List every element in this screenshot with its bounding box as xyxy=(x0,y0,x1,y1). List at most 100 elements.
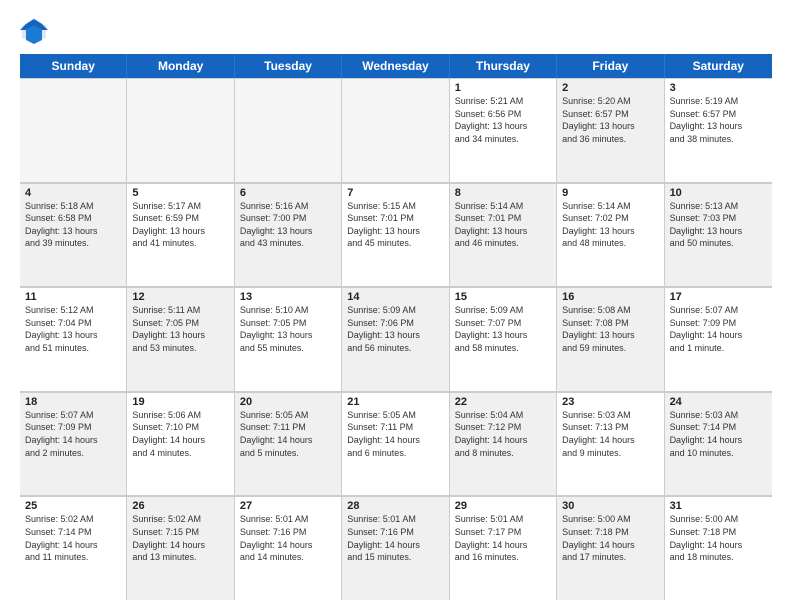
calendar-cell: 21Sunrise: 5:05 AM Sunset: 7:11 PM Dayli… xyxy=(342,392,449,496)
day-number: 12 xyxy=(132,291,228,303)
cell-info: Sunrise: 5:08 AM Sunset: 7:08 PM Dayligh… xyxy=(562,304,658,354)
cell-info: Sunrise: 5:16 AM Sunset: 7:00 PM Dayligh… xyxy=(240,200,336,250)
cell-info: Sunrise: 5:14 AM Sunset: 7:02 PM Dayligh… xyxy=(562,200,658,250)
day-number: 23 xyxy=(562,396,658,408)
cell-info: Sunrise: 5:10 AM Sunset: 7:05 PM Dayligh… xyxy=(240,304,336,354)
calendar-cell: 14Sunrise: 5:09 AM Sunset: 7:06 PM Dayli… xyxy=(342,287,449,391)
day-number: 24 xyxy=(670,396,767,408)
calendar-body: 1Sunrise: 5:21 AM Sunset: 6:56 PM Daylig… xyxy=(20,78,772,600)
cell-info: Sunrise: 5:14 AM Sunset: 7:01 PM Dayligh… xyxy=(455,200,551,250)
cell-info: Sunrise: 5:02 AM Sunset: 7:14 PM Dayligh… xyxy=(25,513,121,563)
cell-info: Sunrise: 5:04 AM Sunset: 7:12 PM Dayligh… xyxy=(455,409,551,459)
calendar-cell: 6Sunrise: 5:16 AM Sunset: 7:00 PM Daylig… xyxy=(235,183,342,287)
calendar-cell: 10Sunrise: 5:13 AM Sunset: 7:03 PM Dayli… xyxy=(665,183,772,287)
cell-info: Sunrise: 5:21 AM Sunset: 6:56 PM Dayligh… xyxy=(455,95,551,145)
calendar-cell: 8Sunrise: 5:14 AM Sunset: 7:01 PM Daylig… xyxy=(450,183,557,287)
calendar-cell: 25Sunrise: 5:02 AM Sunset: 7:14 PM Dayli… xyxy=(20,496,127,600)
day-number: 13 xyxy=(240,291,336,303)
day-number: 11 xyxy=(25,291,121,303)
cell-info: Sunrise: 5:09 AM Sunset: 7:06 PM Dayligh… xyxy=(347,304,443,354)
weekday-header-monday: Monday xyxy=(127,54,234,78)
calendar-cell: 5Sunrise: 5:17 AM Sunset: 6:59 PM Daylig… xyxy=(127,183,234,287)
cell-info: Sunrise: 5:00 AM Sunset: 7:18 PM Dayligh… xyxy=(670,513,767,563)
calendar-row-5: 25Sunrise: 5:02 AM Sunset: 7:14 PM Dayli… xyxy=(20,496,772,600)
day-number: 21 xyxy=(347,396,443,408)
calendar: SundayMondayTuesdayWednesdayThursdayFrid… xyxy=(20,54,772,600)
day-number: 10 xyxy=(670,187,767,199)
cell-info: Sunrise: 5:01 AM Sunset: 7:16 PM Dayligh… xyxy=(347,513,443,563)
day-number: 7 xyxy=(347,187,443,199)
cell-info: Sunrise: 5:06 AM Sunset: 7:10 PM Dayligh… xyxy=(132,409,228,459)
calendar-cell: 27Sunrise: 5:01 AM Sunset: 7:16 PM Dayli… xyxy=(235,496,342,600)
cell-info: Sunrise: 5:01 AM Sunset: 7:16 PM Dayligh… xyxy=(240,513,336,563)
cell-info: Sunrise: 5:07 AM Sunset: 7:09 PM Dayligh… xyxy=(25,409,121,459)
cell-info: Sunrise: 5:17 AM Sunset: 6:59 PM Dayligh… xyxy=(132,200,228,250)
cell-info: Sunrise: 5:13 AM Sunset: 7:03 PM Dayligh… xyxy=(670,200,767,250)
day-number: 25 xyxy=(25,500,121,512)
calendar-cell: 1Sunrise: 5:21 AM Sunset: 6:56 PM Daylig… xyxy=(450,78,557,182)
day-number: 20 xyxy=(240,396,336,408)
logo xyxy=(20,16,52,44)
calendar-cell: 29Sunrise: 5:01 AM Sunset: 7:17 PM Dayli… xyxy=(450,496,557,600)
calendar-cell: 28Sunrise: 5:01 AM Sunset: 7:16 PM Dayli… xyxy=(342,496,449,600)
calendar-cell: 9Sunrise: 5:14 AM Sunset: 7:02 PM Daylig… xyxy=(557,183,664,287)
day-number: 26 xyxy=(132,500,228,512)
cell-info: Sunrise: 5:19 AM Sunset: 6:57 PM Dayligh… xyxy=(670,95,767,145)
logo-icon xyxy=(20,16,48,44)
calendar-cell: 7Sunrise: 5:15 AM Sunset: 7:01 PM Daylig… xyxy=(342,183,449,287)
calendar-cell: 26Sunrise: 5:02 AM Sunset: 7:15 PM Dayli… xyxy=(127,496,234,600)
calendar-cell: 11Sunrise: 5:12 AM Sunset: 7:04 PM Dayli… xyxy=(20,287,127,391)
calendar-row-1: 1Sunrise: 5:21 AM Sunset: 6:56 PM Daylig… xyxy=(20,78,772,183)
day-number: 29 xyxy=(455,500,551,512)
calendar-cell: 31Sunrise: 5:00 AM Sunset: 7:18 PM Dayli… xyxy=(665,496,772,600)
weekday-header-tuesday: Tuesday xyxy=(235,54,342,78)
calendar-cell xyxy=(127,78,234,182)
day-number: 22 xyxy=(455,396,551,408)
cell-info: Sunrise: 5:02 AM Sunset: 7:15 PM Dayligh… xyxy=(132,513,228,563)
day-number: 6 xyxy=(240,187,336,199)
calendar-row-2: 4Sunrise: 5:18 AM Sunset: 6:58 PM Daylig… xyxy=(20,183,772,288)
day-number: 31 xyxy=(670,500,767,512)
cell-info: Sunrise: 5:03 AM Sunset: 7:13 PM Dayligh… xyxy=(562,409,658,459)
day-number: 5 xyxy=(132,187,228,199)
cell-info: Sunrise: 5:12 AM Sunset: 7:04 PM Dayligh… xyxy=(25,304,121,354)
day-number: 1 xyxy=(455,82,551,94)
day-number: 30 xyxy=(562,500,658,512)
cell-info: Sunrise: 5:20 AM Sunset: 6:57 PM Dayligh… xyxy=(562,95,658,145)
calendar-cell: 15Sunrise: 5:09 AM Sunset: 7:07 PM Dayli… xyxy=(450,287,557,391)
day-number: 4 xyxy=(25,187,121,199)
calendar-cell: 4Sunrise: 5:18 AM Sunset: 6:58 PM Daylig… xyxy=(20,183,127,287)
calendar-header: SundayMondayTuesdayWednesdayThursdayFrid… xyxy=(20,54,772,78)
header xyxy=(20,16,772,44)
calendar-cell: 20Sunrise: 5:05 AM Sunset: 7:11 PM Dayli… xyxy=(235,392,342,496)
day-number: 16 xyxy=(562,291,658,303)
cell-info: Sunrise: 5:11 AM Sunset: 7:05 PM Dayligh… xyxy=(132,304,228,354)
cell-info: Sunrise: 5:03 AM Sunset: 7:14 PM Dayligh… xyxy=(670,409,767,459)
day-number: 3 xyxy=(670,82,767,94)
calendar-cell: 12Sunrise: 5:11 AM Sunset: 7:05 PM Dayli… xyxy=(127,287,234,391)
cell-info: Sunrise: 5:09 AM Sunset: 7:07 PM Dayligh… xyxy=(455,304,551,354)
calendar-cell: 23Sunrise: 5:03 AM Sunset: 7:13 PM Dayli… xyxy=(557,392,664,496)
calendar-cell: 30Sunrise: 5:00 AM Sunset: 7:18 PM Dayli… xyxy=(557,496,664,600)
calendar-cell: 18Sunrise: 5:07 AM Sunset: 7:09 PM Dayli… xyxy=(20,392,127,496)
calendar-cell: 24Sunrise: 5:03 AM Sunset: 7:14 PM Dayli… xyxy=(665,392,772,496)
day-number: 14 xyxy=(347,291,443,303)
cell-info: Sunrise: 5:01 AM Sunset: 7:17 PM Dayligh… xyxy=(455,513,551,563)
weekday-header-friday: Friday xyxy=(557,54,664,78)
day-number: 15 xyxy=(455,291,551,303)
calendar-cell: 19Sunrise: 5:06 AM Sunset: 7:10 PM Dayli… xyxy=(127,392,234,496)
day-number: 19 xyxy=(132,396,228,408)
cell-info: Sunrise: 5:05 AM Sunset: 7:11 PM Dayligh… xyxy=(347,409,443,459)
calendar-cell: 3Sunrise: 5:19 AM Sunset: 6:57 PM Daylig… xyxy=(665,78,772,182)
day-number: 28 xyxy=(347,500,443,512)
weekday-header-sunday: Sunday xyxy=(20,54,127,78)
calendar-row-3: 11Sunrise: 5:12 AM Sunset: 7:04 PM Dayli… xyxy=(20,287,772,392)
cell-info: Sunrise: 5:05 AM Sunset: 7:11 PM Dayligh… xyxy=(240,409,336,459)
calendar-cell xyxy=(20,78,127,182)
day-number: 8 xyxy=(455,187,551,199)
calendar-cell: 22Sunrise: 5:04 AM Sunset: 7:12 PM Dayli… xyxy=(450,392,557,496)
day-number: 9 xyxy=(562,187,658,199)
cell-info: Sunrise: 5:18 AM Sunset: 6:58 PM Dayligh… xyxy=(25,200,121,250)
weekday-header-saturday: Saturday xyxy=(665,54,772,78)
cell-info: Sunrise: 5:15 AM Sunset: 7:01 PM Dayligh… xyxy=(347,200,443,250)
